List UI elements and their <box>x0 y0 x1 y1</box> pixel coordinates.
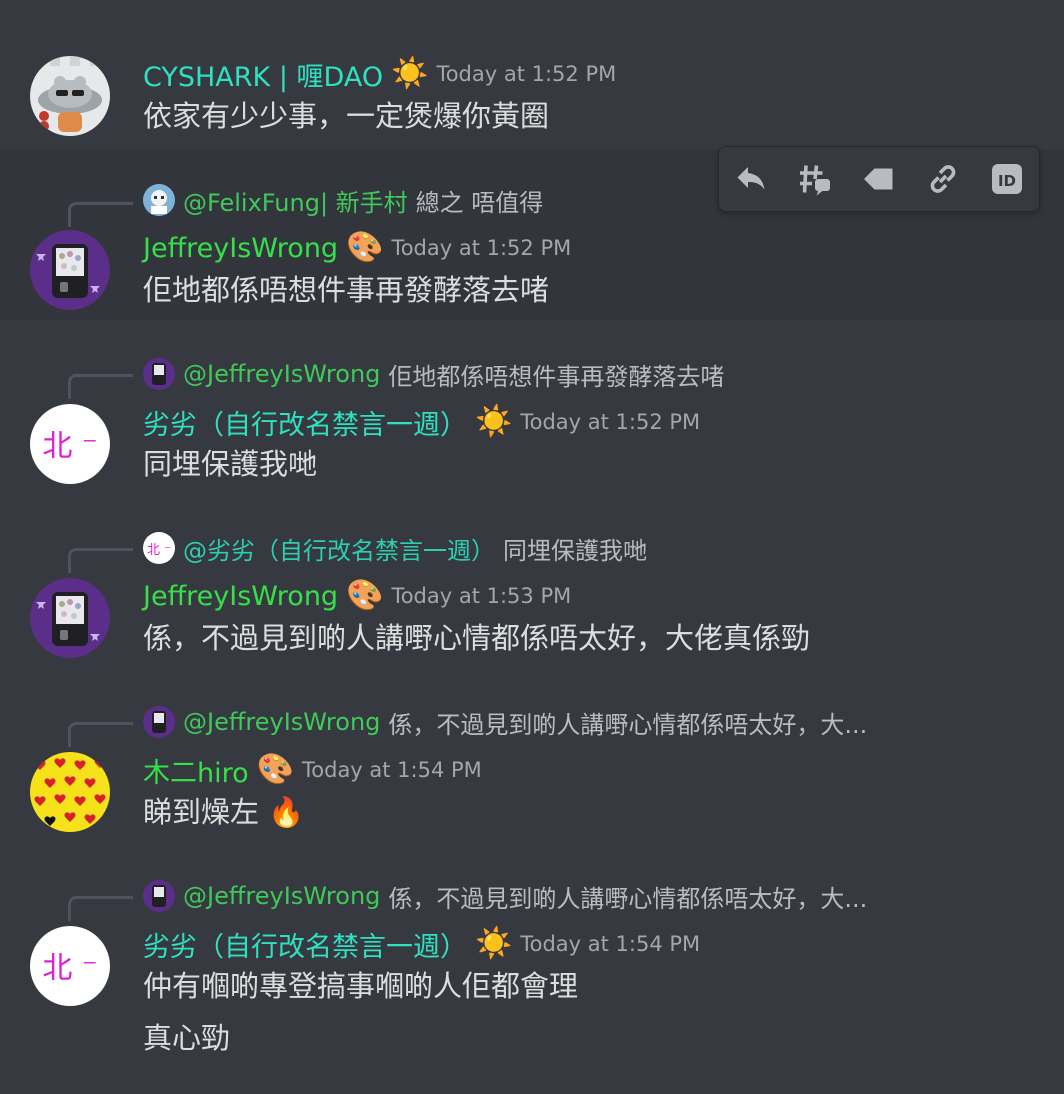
message-header: 木二hiro 🎨 Today at 1:54 PM <box>143 750 482 790</box>
message-action-toolbar: ID <box>718 146 1040 212</box>
message[interactable]: 北 ⁻ @劣劣（自行改名禁言一週） 同埋保護我哋 JeffreyIsWrong … <box>0 514 1064 674</box>
sun-icon[interactable]: ☀️ <box>391 59 428 89</box>
message-text: 真心勁 <box>143 1021 231 1055</box>
copy-id-button[interactable]: ID <box>983 155 1031 203</box>
avatar[interactable] <box>30 578 110 658</box>
avatar[interactable] <box>30 752 110 832</box>
message-header: 劣劣（自行改名禁言一週） ☀️ Today at 1:54 PM <box>143 924 700 964</box>
reply-text: 佢地都係唔想件事再發酵落去啫 <box>388 362 725 391</box>
reply-spine <box>68 202 133 227</box>
username[interactable]: 劣劣（自行改名禁言一週） <box>143 403 467 442</box>
message-text: 仲有嗰啲專登搞事嗰啲人佢都會理 <box>143 969 579 1003</box>
reply-spine <box>68 548 133 573</box>
reply-preview[interactable]: @JeffreyIsWrong 佢地都係唔想件事再發酵落去啫 <box>143 356 724 392</box>
reply-preview[interactable]: @JeffreyIsWrong 係，不過見到啲人講嘢心情都係唔太好，大... <box>143 704 867 740</box>
avatar-text: 北 ⁻ <box>147 543 171 558</box>
copy-link-button[interactable] <box>919 155 967 203</box>
reply-text: 係，不過見到啲人講嘢心情都係唔太好，大... <box>388 884 868 913</box>
reply-icon <box>737 167 765 190</box>
message[interactable]: @JeffreyIsWrong 係，不過見到啲人講嘢心情都係唔太好，大... 北… <box>0 862 1064 1094</box>
username[interactable]: 木二hiro <box>143 751 249 790</box>
mark-unread-button[interactable] <box>855 155 903 203</box>
chat-messages: CYSHARK | 喱DAO ☀️ Today at 1:52 PM 依家有少少… <box>0 0 1064 1094</box>
message-header: JeffreyIsWrong 🎨 Today at 1:52 PM <box>143 228 571 268</box>
id-label: ID <box>998 172 1016 190</box>
reply-spine <box>68 722 133 747</box>
message-header: 劣劣（自行改名禁言一週） ☀️ Today at 1:52 PM <box>143 402 700 442</box>
avatar[interactable] <box>30 230 110 310</box>
avatar[interactable]: 北 ⁻ <box>30 926 110 1006</box>
message-text: 依家有少少事，一定煲爆你黃圈 <box>143 99 550 133</box>
palette-icon[interactable]: 🎨 <box>346 581 383 611</box>
link-icon <box>930 165 956 193</box>
thread-icon <box>800 165 830 196</box>
palette-icon[interactable]: 🎨 <box>257 755 294 785</box>
timestamp[interactable]: Today at 1:53 PM <box>391 584 571 608</box>
message-text: 佢地都係唔想件事再發酵落去啫 <box>143 273 550 307</box>
reply-spine <box>68 374 133 399</box>
reply-text: 同埋保護我哋 <box>503 536 647 565</box>
reply-avatar <box>143 706 175 738</box>
message[interactable]: CYSHARK | 喱DAO ☀️ Today at 1:52 PM 依家有少少… <box>0 40 1064 150</box>
reply-avatar <box>143 880 175 912</box>
avatar-text: 北 ⁻ <box>42 429 97 464</box>
message[interactable]: @JeffreyIsWrong 佢地都係唔想件事再發酵落去啫 北 ⁻ 劣劣（自行… <box>0 340 1064 500</box>
message-header: JeffreyIsWrong 🎨 Today at 1:53 PM <box>143 576 571 616</box>
reply-preview[interactable]: @FelixFung| 新手村 總之 唔值得 <box>143 182 543 218</box>
message-header: CYSHARK | 喱DAO ☀️ Today at 1:52 PM <box>143 54 616 94</box>
sun-icon[interactable]: ☀️ <box>475 407 512 437</box>
avatar-text: 北 ⁻ <box>42 951 97 986</box>
reply-username[interactable]: @JeffreyIsWrong <box>183 360 380 388</box>
message-text: 同埋保護我哋 <box>143 447 318 481</box>
create-thread-button[interactable] <box>791 155 839 203</box>
reply-preview[interactable]: @JeffreyIsWrong 係，不過見到啲人講嘢心情都係唔太好，大... <box>143 878 867 914</box>
timestamp[interactable]: Today at 1:52 PM <box>436 62 616 86</box>
username[interactable]: JeffreyIsWrong <box>143 581 338 612</box>
timestamp[interactable]: Today at 1:54 PM <box>302 758 482 782</box>
reply-button[interactable] <box>727 155 775 203</box>
timestamp[interactable]: Today at 1:52 PM <box>391 236 571 260</box>
reply-avatar: 北 ⁻ <box>143 532 175 564</box>
reply-preview[interactable]: 北 ⁻ @劣劣（自行改名禁言一週） 同埋保護我哋 <box>143 530 647 566</box>
avatar[interactable] <box>30 56 110 136</box>
timestamp[interactable]: Today at 1:52 PM <box>520 410 700 434</box>
reply-text: 總之 唔值得 <box>415 188 544 217</box>
reply-spine <box>68 896 133 921</box>
message-text: 係，不過見到啲人講嘢心情都係唔太好，大佬真係勁 <box>143 621 811 655</box>
reply-username[interactable]: @劣劣（自行改名禁言一週） <box>183 531 495 566</box>
message-text: 睇到燥左 🔥 <box>143 795 305 829</box>
clipped-emoji-icon <box>143 0 173 6</box>
timestamp[interactable]: Today at 1:54 PM <box>520 932 700 956</box>
username[interactable]: JeffreyIsWrong <box>143 233 338 264</box>
username[interactable]: 劣劣（自行改名禁言一週） <box>143 925 467 964</box>
reply-username[interactable]: @FelixFung| 新手村 <box>183 183 408 218</box>
reply-avatar <box>143 184 175 216</box>
avatar[interactable]: 北 ⁻ <box>30 404 110 484</box>
message[interactable]: @JeffreyIsWrong 係，不過見到啲人講嘢心情都係唔太好，大... 木… <box>0 688 1064 848</box>
reply-username[interactable]: @JeffreyIsWrong <box>183 708 380 736</box>
reply-text: 係，不過見到啲人講嘢心情都係唔太好，大... <box>388 710 868 739</box>
username[interactable]: CYSHARK | 喱DAO <box>143 55 383 94</box>
palette-icon[interactable]: 🎨 <box>346 233 383 263</box>
reply-avatar <box>143 358 175 390</box>
copy-id-icon: ID <box>992 164 1022 194</box>
reply-username[interactable]: @JeffreyIsWrong <box>183 882 380 910</box>
sun-icon[interactable]: ☀️ <box>475 929 512 959</box>
tag-icon <box>864 168 893 190</box>
